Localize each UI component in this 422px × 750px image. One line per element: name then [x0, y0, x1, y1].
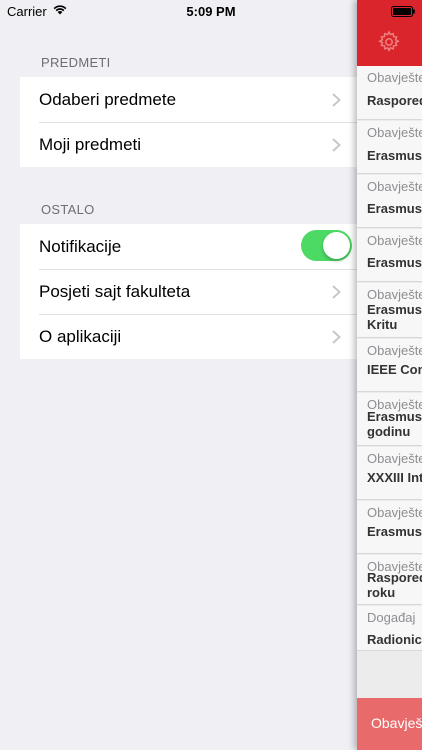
list-item[interactable]: Obavješte XXXIII Int — [357, 447, 422, 500]
main-content-drawer[interactable]: Obavješte Raspored Obavješte Erasmus Oba… — [357, 0, 422, 750]
row-label: Odaberi predmete — [39, 89, 177, 109]
item-category: Obavješte — [367, 179, 422, 194]
list-item[interactable]: Obavješte Erasmus — [357, 229, 422, 282]
list-item[interactable]: Obavješte Erasmus — [357, 501, 422, 554]
row-label: Notifikacije — [39, 236, 122, 256]
list-item[interactable]: Obavješte Raspored — [357, 66, 422, 120]
section-header-ostalo: OSTALO — [41, 202, 95, 217]
chevron-right-icon — [332, 93, 341, 107]
chevron-right-icon — [332, 138, 341, 152]
row-label: O aplikaciji — [39, 326, 122, 346]
group-predmeti: Odaberi predmete Moji predmeti — [20, 77, 357, 167]
item-title: Erasmus godinu — [367, 409, 422, 439]
list-item[interactable]: Obavješte Erasmus — [357, 175, 422, 228]
item-title: XXXIII Int — [367, 470, 422, 485]
notifications-toggle[interactable] — [301, 230, 352, 261]
item-title: Raspored roku — [367, 570, 422, 600]
row-moji-predmeti[interactable]: Moji predmeti — [20, 122, 357, 167]
section-header-predmeti: PREDMETI — [41, 55, 111, 70]
item-title: IEEE Com — [367, 362, 422, 377]
list-item[interactable]: Obavješte Erasmus godinu — [357, 393, 422, 446]
row-label: Posjeti sajt fakulteta — [39, 281, 191, 301]
row-notifikacije: Notifikacije — [20, 224, 357, 269]
item-category: Obavješte — [367, 451, 422, 466]
item-category: Obavješte — [367, 505, 422, 520]
item-title: Erasmus — [367, 524, 422, 539]
item-category: Obavješte — [367, 70, 422, 85]
item-title: Radionica — [367, 632, 422, 647]
chevron-right-icon — [332, 330, 341, 344]
item-category: Obavješte — [367, 287, 422, 302]
item-category: Obavješte — [367, 125, 422, 140]
row-posjeti-sajt[interactable]: Posjeti sajt fakulteta — [20, 269, 357, 314]
toggle-knob — [323, 232, 350, 259]
item-category: Obavješte — [367, 343, 422, 358]
gear-icon[interactable] — [377, 30, 401, 54]
bottom-tab-bar[interactable]: Obavješ — [357, 698, 422, 750]
row-label: Moji predmeti — [39, 134, 142, 154]
item-title: Raspored — [367, 93, 422, 108]
item-category: Obavješte — [367, 233, 422, 248]
item-title: Erasmus — [367, 255, 422, 270]
list-item[interactable]: Obavješte Raspored roku — [357, 555, 422, 605]
list-item[interactable]: Obavješte Erasmus Kritu — [357, 283, 422, 338]
item-title: Erasmus — [367, 201, 422, 216]
item-title: Erasmus Kritu — [367, 302, 422, 332]
list-item[interactable]: Obavješte Erasmus — [357, 121, 422, 174]
list-item[interactable]: Događaj Radionica — [357, 606, 422, 651]
battery-icon — [391, 6, 415, 17]
tab-obavjestenja[interactable]: Obavješ — [371, 715, 422, 731]
list-item[interactable]: Obavješte IEEE Com — [357, 339, 422, 392]
nav-header — [357, 0, 422, 66]
row-odaberi-predmete[interactable]: Odaberi predmete — [20, 77, 357, 122]
chevron-right-icon — [332, 285, 341, 299]
item-title: Erasmus — [367, 148, 422, 163]
item-category: Događaj — [367, 610, 416, 625]
group-ostalo: Notifikacije Posjeti sajt fakulteta O ap… — [20, 224, 357, 359]
row-o-aplikaciji[interactable]: O aplikaciji — [20, 314, 357, 359]
